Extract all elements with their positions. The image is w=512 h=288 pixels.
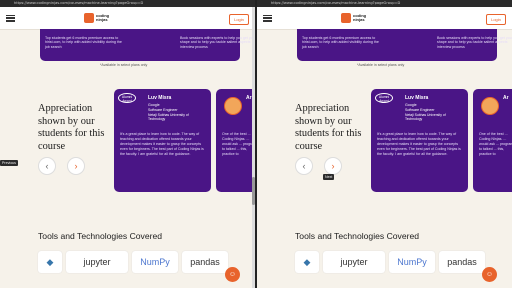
testimonial-quote-2: One of the best ... Coding Ninjas. ... w… xyxy=(479,132,512,156)
prev-arrow-button[interactable]: ‹ xyxy=(38,157,56,175)
testimonial-card: Alumni Award Luv Misra Google Software E… xyxy=(114,89,211,192)
tool-label: jupyter xyxy=(340,257,368,267)
logo[interactable]: coding ninjas xyxy=(341,13,366,23)
testimonial-role: Software Engineer xyxy=(405,108,435,112)
next-arrow-button[interactable]: › xyxy=(67,157,85,175)
tool-label: pandas xyxy=(447,257,477,267)
tools-title: Tools and Technologies Covered xyxy=(38,231,163,241)
logo-mark-icon xyxy=(84,13,94,23)
left-pane: https://www.codingninjas.com/courses/mac… xyxy=(0,0,255,288)
carousel-arrows: ‹ › xyxy=(38,157,85,175)
chat-button[interactable]: ☺ xyxy=(482,267,497,282)
logo-text-2: ninjas xyxy=(96,17,108,22)
python-icon: ◆ xyxy=(295,251,319,273)
testimonial-quote-2: One of the best ... Coding Ninjas. ... w… xyxy=(222,132,255,156)
benefit-card: Top students get 6 months premium access… xyxy=(40,29,255,61)
tool-label: NumPy xyxy=(140,257,170,267)
site-header: coding ninjas Login xyxy=(257,7,512,30)
split-view: https://www.codingninjas.com/courses/mac… xyxy=(0,0,512,288)
tools-row: ◆ jupyter NumPy pandas xyxy=(38,251,228,273)
site-header: coding ninjas Login xyxy=(0,7,255,30)
benefit-text-2: Book sessions with experts to help you g… xyxy=(437,36,512,49)
benefit-card: Top students get 6 months premium access… xyxy=(297,29,512,61)
numpy-logo: NumPy xyxy=(132,251,178,273)
menu-icon[interactable] xyxy=(263,13,272,22)
benefit-text: Top students get 6 months premium access… xyxy=(302,36,379,49)
numpy-logo: NumPy xyxy=(389,251,435,273)
scrollbar-thumb[interactable] xyxy=(252,177,255,205)
chat-button[interactable]: ☺ xyxy=(225,267,240,282)
testimonial-school: Netaji Subhas University of Technology xyxy=(405,113,446,121)
logo-text-2: ninjas xyxy=(353,17,365,22)
logo[interactable]: coding ninjas xyxy=(84,13,109,23)
testimonial-quote: It's a great place to learn how to code.… xyxy=(377,132,461,156)
testimonial-card: Alumni Award Luv Misra Google Software E… xyxy=(371,89,468,192)
jupyter-logo: jupyter xyxy=(323,251,385,273)
availability-note: *Available in select plans only xyxy=(357,63,405,67)
tools-title: Tools and Technologies Covered xyxy=(295,231,420,241)
tools-row: ◆ jupyter NumPy pandas xyxy=(295,251,485,273)
section-title: Appreciation shown by our students for t… xyxy=(38,103,105,152)
next-arrow-button[interactable]: › xyxy=(324,157,342,175)
pandas-logo: pandas xyxy=(439,251,485,273)
testimonial-company: Google xyxy=(405,103,417,107)
tool-label: pandas xyxy=(190,257,220,267)
alumni-badge: Alumni Award xyxy=(375,93,393,103)
tooltip: Next xyxy=(323,174,335,180)
prev-arrow-button[interactable]: ‹ xyxy=(295,157,313,175)
avatar xyxy=(224,97,242,115)
testimonial-role: Software Engineer xyxy=(148,108,178,112)
alumni-badge: Alumni Award xyxy=(118,93,136,103)
python-icon: ◆ xyxy=(38,251,62,273)
jupyter-logo: jupyter xyxy=(66,251,128,273)
section-title: Appreciation shown by our students for t… xyxy=(295,103,362,152)
testimonial-name-2: Ar xyxy=(246,95,252,101)
testimonial-school: Netaji Subhas University of Technology xyxy=(148,113,189,121)
avatar xyxy=(481,97,499,115)
benefit-text: Top students get 6 months premium access… xyxy=(45,36,122,49)
address-bar[interactable]: https://www.codingninjas.com/courses/mac… xyxy=(0,0,255,7)
testimonial-quote: It's a great place to learn how to code.… xyxy=(120,132,204,156)
scrollbar[interactable] xyxy=(252,7,255,288)
tool-label: jupyter xyxy=(83,257,111,267)
login-button[interactable]: Login xyxy=(229,14,249,25)
availability-note: *Available in select plans only xyxy=(100,63,148,67)
menu-icon[interactable] xyxy=(6,13,15,22)
testimonial-company: Google xyxy=(148,103,160,107)
testimonial-card-2: Ar One of the best ... Coding Ninjas. ..… xyxy=(473,89,512,192)
address-bar[interactable]: https://www.codingninjas.com/courses/mac… xyxy=(257,0,512,7)
testimonial-name: Luv Misra xyxy=(405,95,429,101)
tool-label: NumPy xyxy=(397,257,427,267)
login-button[interactable]: Login xyxy=(486,14,506,25)
logo-mark-icon xyxy=(341,13,351,23)
benefit-text-2: Book sessions with experts to help you g… xyxy=(180,36,255,49)
pandas-logo: pandas xyxy=(182,251,228,273)
testimonial-card-2: Ar One of the best ... Coding Ninjas. ..… xyxy=(216,89,255,192)
testimonial-name: Luv Misra xyxy=(148,95,172,101)
carousel-arrows: ‹ › xyxy=(295,157,342,175)
right-pane: https://www.codingninjas.com/courses/mac… xyxy=(257,0,512,288)
tooltip: Previous xyxy=(0,160,18,166)
testimonial-name-2: Ar xyxy=(503,95,509,101)
